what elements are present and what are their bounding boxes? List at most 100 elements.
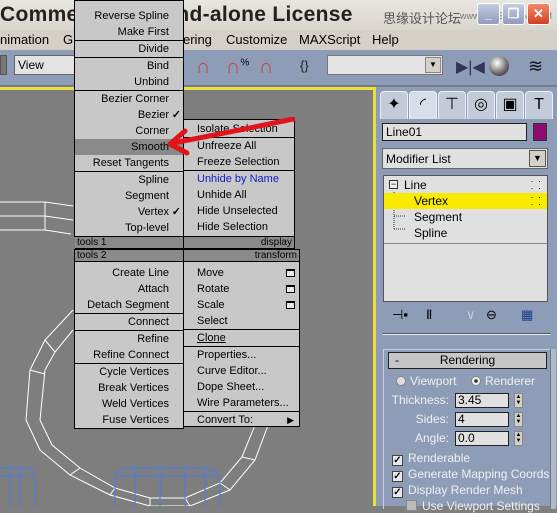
angle-snap-icon[interactable]: ∩ xyxy=(196,56,210,79)
tab-display[interactable]: ▣ xyxy=(496,91,524,119)
thickness-label: Thickness: xyxy=(391,393,449,407)
menu-help[interactable]: Help xyxy=(372,32,399,47)
menu-item-dope-sheet[interactable]: Dope Sheet... xyxy=(184,379,299,395)
tab-motion[interactable]: ◎ xyxy=(467,91,495,119)
tab-utilities[interactable]: T xyxy=(525,91,553,119)
wand-icon: ✦ xyxy=(387,96,401,113)
menu-item-unbind[interactable]: Unbind xyxy=(75,74,183,90)
menu-item-top-level[interactable]: Top-level xyxy=(75,220,183,236)
menu-item-break-vertices[interactable]: Break Vertices xyxy=(75,380,183,396)
minimize-button[interactable]: _ xyxy=(477,3,500,25)
menu-item-wire-parameters[interactable]: Wire Parameters... xyxy=(184,395,299,411)
angle-spinner[interactable]: ▲ ▼ xyxy=(514,431,523,446)
menu-item-attach[interactable]: Attach xyxy=(75,281,183,297)
generate-mapping-checkbox[interactable]: ✓ Generate Mapping Coords. xyxy=(392,467,553,482)
menu-item-clone[interactable]: Clone xyxy=(184,330,299,346)
viewport-radio[interactable]: Viewport xyxy=(396,374,456,388)
use-viewport-settings-checkbox[interactable]: Use Viewport Settings xyxy=(406,499,540,513)
menu-item-make-first[interactable]: Make First xyxy=(75,24,183,40)
menu-item-connect[interactable]: Connect xyxy=(75,314,183,330)
close-button[interactable]: ✕ xyxy=(527,3,550,25)
sides-spinner[interactable]: ▲ ▼ xyxy=(514,412,523,427)
object-name-field[interactable]: Line01 xyxy=(382,123,527,141)
menu-item-convert-to[interactable]: Convert To: ▶ xyxy=(184,412,299,428)
settings-box-icon[interactable] xyxy=(286,285,295,293)
menu-animation[interactable]: nimation xyxy=(0,32,49,47)
rendering-rollout-header[interactable]: - Rendering xyxy=(388,352,547,369)
menu-item-detach-segment[interactable]: Detach Segment xyxy=(75,297,183,313)
edit-named-selection-icon[interactable]: {} xyxy=(300,58,309,73)
menu-item-refine-connect[interactable]: Refine Connect xyxy=(75,347,183,363)
menu-item-bind[interactable]: Bind xyxy=(75,58,183,74)
stack-item-spline[interactable]: Spline xyxy=(384,225,547,241)
menu-item-reverse-spline[interactable]: Reverse Spline xyxy=(75,8,183,24)
stack-item-line[interactable]: − Line · · · · xyxy=(384,177,547,193)
menu-rendering[interactable]: ering xyxy=(183,32,212,47)
menu-item-create-line[interactable]: Create Line xyxy=(75,265,183,281)
menu-item-cycle-vertices[interactable]: Cycle Vertices xyxy=(75,364,183,380)
angle-input[interactable]: 0.0 xyxy=(455,431,509,446)
menu-item-properties[interactable]: Properties... xyxy=(184,347,299,363)
annotation-arrow xyxy=(167,117,295,156)
menu-item-unhide-all[interactable]: Unhide All xyxy=(184,187,294,203)
menu-item-bezier-corner[interactable]: Bezier Corner xyxy=(75,91,183,107)
renderer-radio[interactable]: Renderer xyxy=(471,374,535,388)
menu-item-weld-vertices[interactable]: Weld Vertices xyxy=(75,396,183,412)
sides-input[interactable]: 4 xyxy=(455,412,509,427)
stack-item-vertex[interactable]: Vertex · · · · xyxy=(384,193,547,209)
panel-scrollbar[interactable] xyxy=(550,349,556,509)
restore-button[interactable]: ❐ xyxy=(502,3,525,25)
layers-icon[interactable]: ≋ xyxy=(528,56,543,77)
radio-label: Renderer xyxy=(485,374,536,388)
quad-header-display[interactable]: display xyxy=(184,236,294,249)
show-end-result-icon[interactable]: Ⅱ xyxy=(426,307,432,323)
tab-hierarchy[interactable]: ⊤ xyxy=(438,91,466,119)
hierarchy-icon: ⊤ xyxy=(445,96,459,113)
object-color-swatch[interactable] xyxy=(533,123,547,141)
display-render-mesh-checkbox[interactable]: ✓ Display Render Mesh xyxy=(392,483,523,498)
menu-maxscript[interactable]: MAXScript xyxy=(299,32,360,47)
modifier-list-dropdown[interactable]: Modifier List ▼ xyxy=(382,148,548,169)
collapse-icon[interactable]: − xyxy=(389,180,398,189)
settings-box-icon[interactable] xyxy=(286,269,295,277)
menu-item-unhide-by-name[interactable]: Unhide by Name xyxy=(184,171,294,187)
renderable-checkbox[interactable]: ✓ Renderable xyxy=(392,451,470,466)
menu-item-reset-tangents[interactable]: Reset Tangents xyxy=(75,155,183,171)
tab-create[interactable]: ✦ xyxy=(380,91,408,119)
mirror-icon[interactable]: ▶|◀ xyxy=(456,57,485,77)
menu-item-refine[interactable]: Refine xyxy=(75,331,183,347)
percent-snap-icon[interactable]: ∩% xyxy=(226,56,249,79)
material-editor-icon[interactable] xyxy=(489,56,509,76)
reference-coordinate-select[interactable]: View xyxy=(14,55,79,75)
menu-item-hide-selection[interactable]: Hide Selection xyxy=(184,219,294,235)
configure-modifier-sets-icon[interactable]: ▦ xyxy=(521,307,533,323)
pin-stack-icon[interactable]: ⊣▪ xyxy=(392,307,408,323)
toolbar-button-partial[interactable] xyxy=(0,55,7,75)
make-unique-icon[interactable]: ∨ xyxy=(466,307,476,323)
chevron-down-icon[interactable]: ▼ xyxy=(529,150,546,167)
tab-modify[interactable]: ◜ xyxy=(409,91,437,119)
thickness-input[interactable]: 3.45 xyxy=(455,393,509,408)
thickness-spinner[interactable]: ▲ ▼ xyxy=(514,393,523,408)
menu-item-rotate[interactable]: Rotate xyxy=(184,281,299,297)
menu-item-fuse-vertices[interactable]: Fuse Vertices xyxy=(75,412,183,428)
named-selection-dropdown[interactable]: ▼ xyxy=(327,55,443,75)
menu-customize[interactable]: Customize xyxy=(226,32,287,47)
remove-modifier-icon[interactable]: ⊖ xyxy=(486,307,497,323)
quad-header-tools2[interactable]: tools 2 xyxy=(75,249,183,262)
chevron-down-icon[interactable]: ▼ xyxy=(425,57,441,73)
menu-item-divide[interactable]: Divide xyxy=(75,41,183,57)
menu-item-spline[interactable]: Spline xyxy=(75,172,183,188)
menu-item-scale[interactable]: Scale xyxy=(184,297,299,313)
menu-item-select[interactable]: Select xyxy=(184,313,299,329)
settings-box-icon[interactable] xyxy=(286,301,295,309)
menu-item-move[interactable]: Move xyxy=(184,265,299,281)
menu-item-curve-editor[interactable]: Curve Editor... xyxy=(184,363,299,379)
quad-header-tools1[interactable]: tools 1 xyxy=(75,236,183,249)
spinner-snap-icon[interactable]: ∩ xyxy=(259,56,273,79)
stack-item-segment[interactable]: Segment xyxy=(384,209,547,225)
menu-item-segment[interactable]: Segment xyxy=(75,188,183,204)
quad-header-transform[interactable]: transform xyxy=(184,249,299,262)
menu-item-hide-unselected[interactable]: Hide Unselected xyxy=(184,203,294,219)
menu-item-vertex[interactable]: Vertex ✓ xyxy=(75,204,183,220)
